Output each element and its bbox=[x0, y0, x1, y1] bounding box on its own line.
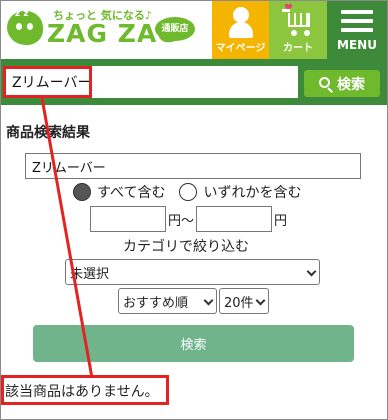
category-select[interactable]: 未選択 bbox=[65, 259, 320, 285]
annotation-box-query bbox=[3, 66, 92, 98]
keyword-input[interactable] bbox=[25, 153, 361, 179]
header-search-button-label: 検索 bbox=[337, 76, 365, 93]
chevron-down-icon bbox=[255, 295, 266, 306]
price-max-input[interactable] bbox=[196, 206, 273, 232]
filter-search-button[interactable]: 検索 bbox=[33, 325, 354, 362]
match-mode-group: すべて含む いずれかを含む bbox=[73, 182, 301, 202]
chevron-down-icon bbox=[203, 295, 214, 306]
menu-label: MENU bbox=[337, 38, 377, 52]
sort-select-value: おすすめ順 bbox=[123, 295, 189, 311]
per-page-select[interactable]: 20件 bbox=[219, 288, 269, 314]
site-header: z z ちょっと 気になる♪ ZAG ZAG 通販店 マイページ ♥ カート M… bbox=[1, 1, 387, 59]
cart-icon: ♥ bbox=[282, 3, 314, 37]
site-logo[interactable]: z z ちょっと 気になる♪ ZAG ZAG 通販店 bbox=[5, 5, 205, 55]
price-from-unit: 円〜 bbox=[168, 213, 195, 229]
match-all-radio[interactable] bbox=[73, 183, 91, 201]
annotation-box-no-results bbox=[1, 375, 169, 405]
category-select-value: 未選択 bbox=[70, 266, 110, 282]
match-all-label[interactable]: すべて含む bbox=[97, 182, 165, 202]
price-range: 円〜 円 bbox=[90, 206, 289, 232]
mypage-button[interactable]: マイページ bbox=[212, 1, 269, 59]
category-filter-label: カテゴリで絞り込む bbox=[123, 239, 249, 255]
match-any-label[interactable]: いずれかを含む bbox=[203, 182, 301, 202]
logo-mascot-icon: z z bbox=[7, 9, 43, 45]
hamburger-icon bbox=[341, 10, 373, 32]
menu-button[interactable]: MENU bbox=[327, 1, 387, 59]
person-icon bbox=[229, 7, 253, 38]
cart-button[interactable]: ♥ カート bbox=[269, 1, 327, 59]
price-to-unit: 円 bbox=[274, 213, 288, 229]
chevron-down-icon bbox=[306, 266, 317, 277]
page-title: 商品検索結果 bbox=[6, 125, 90, 141]
cart-label: カート bbox=[283, 43, 313, 54]
logo-badge: 通販店 bbox=[155, 17, 195, 41]
mypage-label: マイページ bbox=[215, 43, 266, 54]
price-min-input[interactable] bbox=[90, 206, 166, 232]
match-any-radio[interactable] bbox=[179, 183, 198, 201]
sort-select[interactable]: おすすめ順 bbox=[118, 288, 217, 314]
search-icon bbox=[319, 76, 333, 93]
logo-mark: z z bbox=[15, 9, 29, 19]
per-page-select-value: 20件 bbox=[224, 295, 254, 311]
header-search-button[interactable]: 検索 bbox=[304, 70, 380, 97]
